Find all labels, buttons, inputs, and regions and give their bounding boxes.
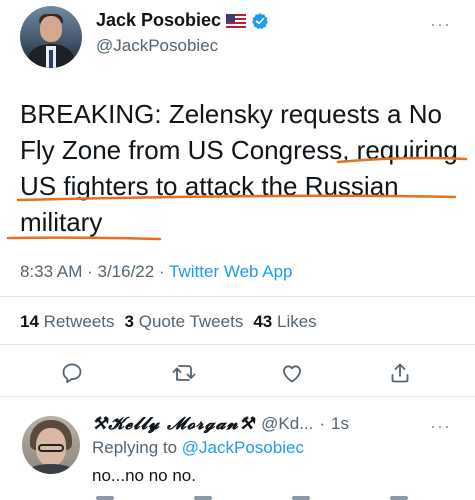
reply-avatar[interactable] — [22, 416, 80, 474]
engagement-stats: 14 Retweets 3 Quote Tweets 43 Likes — [20, 312, 317, 332]
divider — [0, 296, 475, 297]
verified-badge-icon — [252, 12, 269, 29]
reply-author-row: ⚒𝓚𝓮𝓵𝓵𝔂 𝓜𝓸𝓻𝓰𝓪𝓷⚒ @Kd... · 1s — [92, 414, 350, 434]
divider — [0, 344, 475, 345]
reply-author-handle[interactable]: @Kd... — [261, 414, 313, 434]
replying-to-link[interactable]: @JackPosobiec — [182, 438, 304, 457]
reply-author-name[interactable]: ⚒𝓚𝓮𝓵𝓵𝔂 𝓜𝓸𝓻𝓰𝓪𝓷⚒ — [92, 414, 255, 434]
flag-us-icon — [226, 13, 247, 28]
tweet-meta: 8:33 AM · 3/16/22 · Twitter Web App — [20, 262, 293, 281]
reply-icon[interactable] — [58, 359, 86, 387]
avatar[interactable] — [20, 6, 82, 68]
reply-text: no...no no no. — [92, 466, 196, 485]
author-handle[interactable]: @JackPosobiec — [96, 36, 218, 56]
like-icon[interactable] — [278, 359, 306, 387]
likes-stat[interactable]: 43 Likes — [253, 312, 316, 332]
reply-more-options-icon[interactable]: ··· — [430, 416, 451, 437]
reply-tweet[interactable]: ⚒𝓚𝓮𝓵𝓵𝔂 𝓜𝓸𝓻𝓰𝓪𝓷⚒ @Kd... · 1s ··· Replying … — [0, 400, 475, 500]
tweet-date[interactable]: 3/16/22 — [98, 262, 155, 281]
reply-time[interactable]: 1s — [331, 414, 349, 434]
quote-tweets-stat[interactable]: 3 Quote Tweets — [125, 312, 244, 332]
replying-to-line: Replying to @JackPosobiec — [92, 438, 304, 457]
tweet-text: BREAKING: Zelensky requests a No Fly Zon… — [20, 99, 458, 237]
share-icon[interactable] — [386, 359, 414, 387]
reply-action-bar-peek — [96, 496, 408, 500]
author-row: Jack Posobiec — [96, 10, 269, 31]
author-name[interactable]: Jack Posobiec — [96, 10, 221, 31]
divider — [0, 396, 475, 397]
source-app-link[interactable]: Twitter Web App — [169, 262, 292, 281]
retweets-stat[interactable]: 14 Retweets — [20, 312, 115, 332]
more-options-icon[interactable]: ··· — [430, 14, 451, 35]
tweet-time[interactable]: 8:33 AM — [20, 262, 82, 281]
action-bar — [0, 355, 475, 391]
retweet-icon[interactable] — [170, 359, 198, 387]
